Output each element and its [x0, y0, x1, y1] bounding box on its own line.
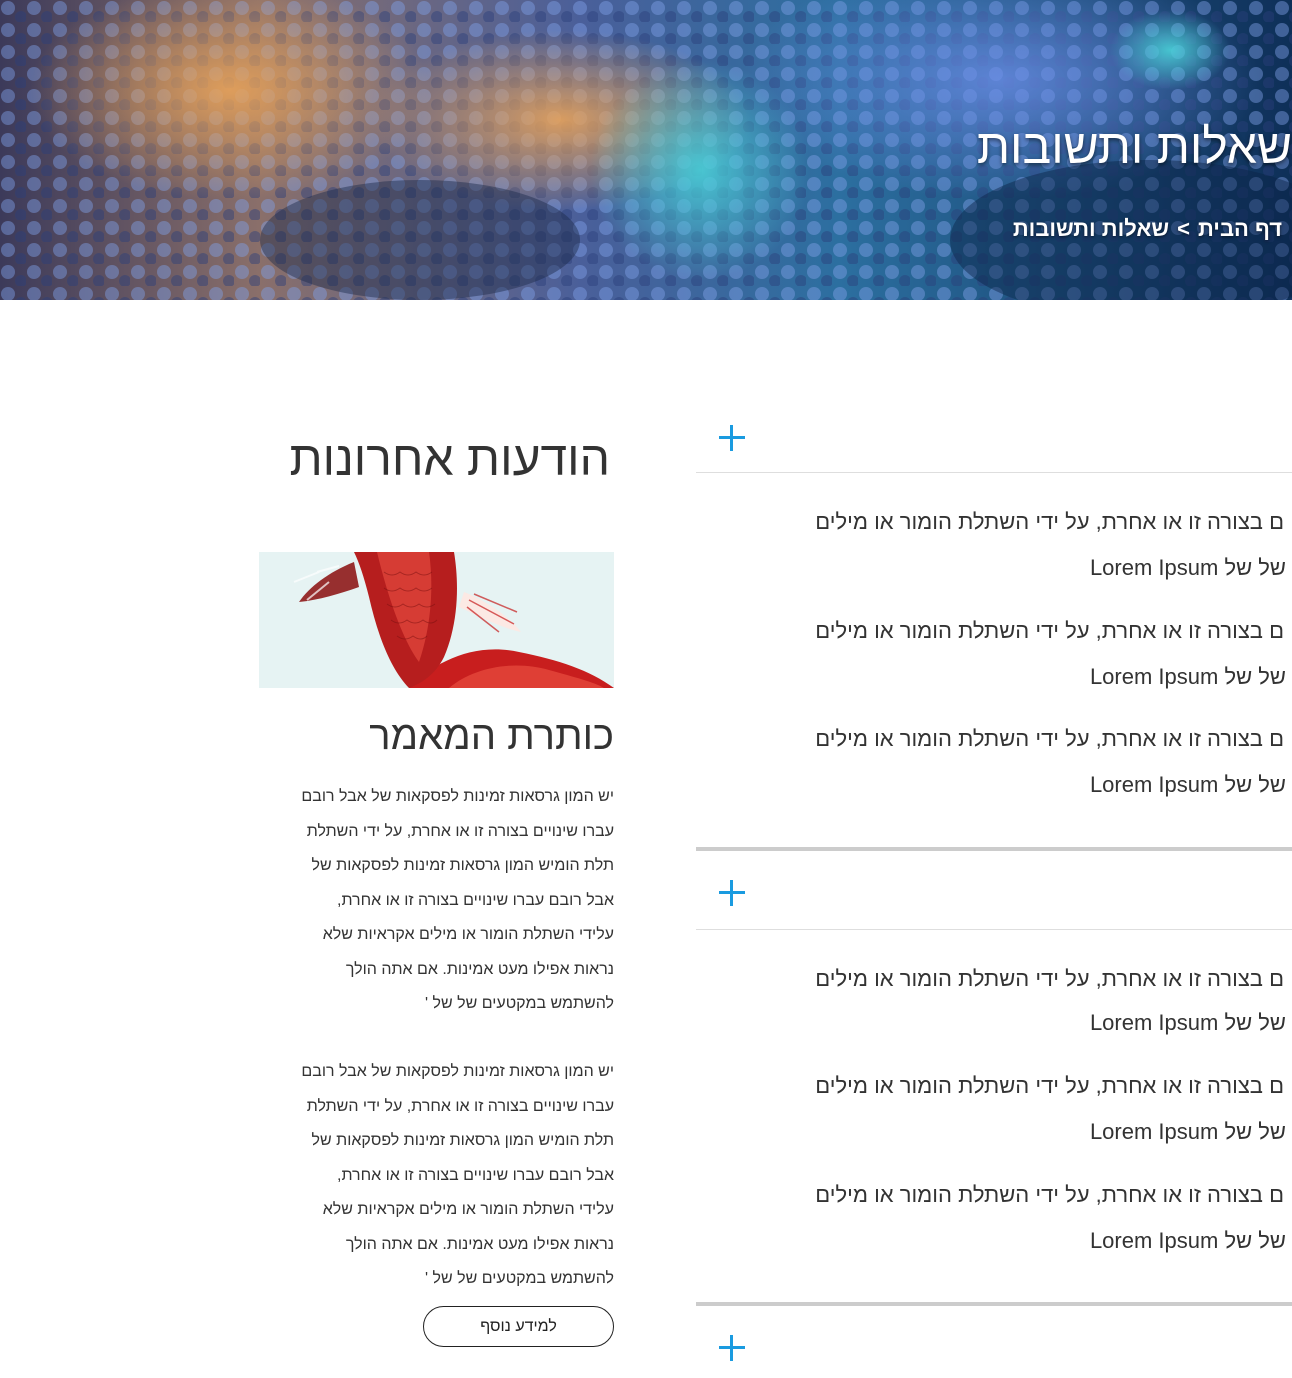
article-paragraph-1: יש המון גרסאות זמינות לפסקאות של אבל רוב… [259, 780, 614, 1022]
faq-answer-line: של של Lorem Ipsum [1090, 1119, 1286, 1145]
article-title: כותרת המאמר [369, 714, 614, 758]
article-paragraph-2: יש המון גרסאות זמינות לפסקאות של אבל רוב… [259, 1055, 614, 1297]
paragraph-line: אבל רובם עברו שינויים בצורה זו או אחרת, [337, 1166, 614, 1184]
faq-divider [696, 929, 1292, 930]
faq-answer-line: של של Lorem Ipsum [1090, 772, 1286, 798]
faq-answer-line: ם בצורה זו או אחרת, על ידי השתלת הומור א… [815, 726, 1284, 751]
faq-answer-line: של של Lorem Ipsum [1090, 1228, 1286, 1254]
read-more-button[interactable]: למידע נוסף [423, 1306, 614, 1347]
article-image-betta-fish[interactable] [259, 552, 614, 688]
plus-icon[interactable] [718, 424, 746, 452]
answer-lorem: Lorem Ipsum [1089, 1228, 1219, 1253]
paragraph-line: נראות אפילו מעט אמינות. אם אתה הולך [345, 960, 614, 978]
answer-lorem: Lorem Ipsum [1089, 664, 1219, 689]
paragraph-line: עברו שינויים בצורה זו או אחרת, על ידי הש… [306, 1097, 614, 1115]
faq-answer-line: ם בצורה זו או אחרת, על ידי השתלת הומור א… [815, 1073, 1284, 1098]
answer-prefix: של של [1224, 1228, 1286, 1253]
plus-icon[interactable] [718, 879, 746, 907]
answer-prefix: של של [1224, 1010, 1286, 1035]
faq-answer-line: של של Lorem Ipsum [1090, 555, 1286, 581]
paragraph-line: תלת הומיש המון גרסאות זמינות לפסקאות של [311, 1132, 614, 1149]
answer-prefix: של של [1224, 664, 1286, 689]
faq-answer-line: ם בצורה זו או אחרת, על ידי השתלת הומור א… [815, 1182, 1284, 1207]
answer-prefix: של של [1224, 1119, 1286, 1144]
answer-lorem: Lorem Ipsum [1089, 555, 1219, 580]
paragraph-line: יש המון גרסאות זמינות לפסקאות של אבל רוב… [301, 1063, 614, 1080]
paragraph-line: עלידי השתלת הומור או מילים אקראיות שלא [322, 1201, 614, 1218]
paragraph-line: יש המון גרסאות זמינות לפסקאות של אבל רוב… [301, 788, 614, 805]
answer-lorem: Lorem Ipsum [1089, 772, 1219, 797]
faq-answer-line: ם בצורה זו או אחרת, על ידי השתלת הומור א… [815, 618, 1284, 643]
paragraph-line: להשתמש במקטעים של של ' [425, 1270, 614, 1287]
faq-answer-line: של של Lorem Ipsum [1090, 664, 1286, 690]
paragraph-line: אבל רובם עברו שינויים בצורה זו או אחרת, [337, 891, 614, 909]
paragraph-line: עברו שינויים בצורה זו או אחרת, על ידי הש… [306, 822, 614, 840]
paragraph-line: תלת הומיש המון גרסאות זמינות לפסקאות של [311, 857, 614, 874]
paragraph-line: להשתמש במקטעים של של ' [425, 995, 614, 1012]
faq-answer-line: ם בצורה זו או אחרת, על ידי השתלת הומור א… [815, 509, 1284, 534]
faq-divider [696, 472, 1292, 473]
faq-item-separator [696, 1302, 1292, 1306]
faq-answer-line: של של Lorem Ipsum [1090, 1010, 1286, 1036]
answer-prefix: של של [1224, 555, 1286, 580]
latest-news-heading: הודעות אחרונות [289, 433, 610, 486]
answer-lorem: Lorem Ipsum [1089, 1010, 1219, 1035]
answer-prefix: של של [1224, 772, 1286, 797]
answer-lorem: Lorem Ipsum [1089, 1119, 1219, 1144]
faq-answer-line: ם בצורה זו או אחרת, על ידי השתלת הומור א… [815, 966, 1284, 991]
faq-accordion: ם בצורה זו או אחרת, על ידי השתלת הומור א… [696, 0, 1292, 1378]
paragraph-line: נראות אפילו מעט אמינות. אם אתה הולך [345, 1235, 614, 1253]
faq-item-separator [696, 847, 1292, 851]
plus-icon[interactable] [718, 1334, 746, 1362]
paragraph-line: עלידי השתלת הומור או מילים אקראיות שלא [322, 926, 614, 943]
